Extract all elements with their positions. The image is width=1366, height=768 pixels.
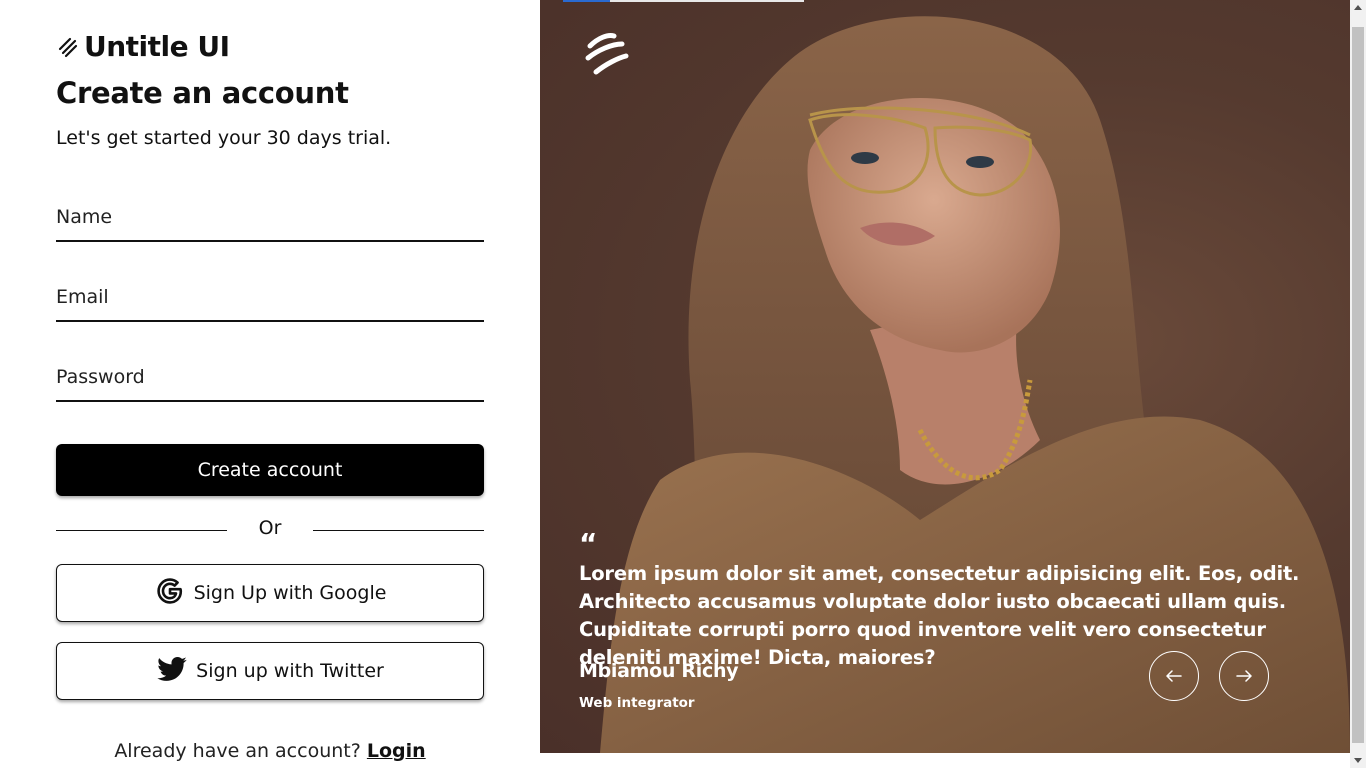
divider-line-right	[313, 530, 484, 531]
login-link[interactable]: Login	[367, 740, 426, 762]
name-input[interactable]	[56, 194, 484, 240]
hero-panel: “ Lorem ipsum dolor sit amet, consectetu…	[540, 0, 1350, 753]
create-account-button[interactable]: Create account	[56, 444, 484, 496]
previous-slide-button[interactable]	[1149, 651, 1199, 701]
page-scrollbar[interactable]	[1350, 0, 1366, 768]
arrow-left-icon	[1166, 670, 1182, 682]
divider-label: Or	[258, 517, 282, 539]
testimonial-author: Mbiamou Richy	[579, 660, 739, 682]
slide-progress-bar	[563, 0, 804, 2]
brand: Untitle UI	[56, 30, 230, 63]
quote-mark-icon: “	[579, 527, 598, 560]
twitter-icon	[156, 653, 188, 690]
arrow-right-icon	[1236, 670, 1252, 682]
google-button-label: Sign Up with Google	[193, 582, 387, 604]
login-prompt: Already have an account?	[114, 740, 361, 762]
google-signup-button[interactable]: Sign Up with Google	[56, 564, 484, 622]
brand-name: Untitle UI	[84, 30, 230, 63]
slide-progress-fill	[563, 0, 610, 2]
email-field	[56, 274, 484, 322]
scroll-down-arrow-icon[interactable]	[1354, 758, 1362, 763]
double-slash-logo-icon	[56, 35, 80, 59]
password-field	[56, 354, 484, 402]
twitter-signup-button[interactable]: Sign up with Twitter	[56, 642, 484, 700]
brand-mark-icon	[585, 33, 629, 75]
name-field	[56, 194, 484, 242]
google-icon	[154, 575, 186, 612]
page-subtitle: Let's get started your 30 days trial.	[56, 127, 392, 149]
testimonial: “ Lorem ipsum dolor sit amet, consectetu…	[579, 530, 1339, 672]
password-input[interactable]	[56, 354, 484, 400]
scrollbar-thumb[interactable]	[1352, 27, 1364, 743]
testimonial-role: Web integrator	[579, 695, 695, 711]
email-input[interactable]	[56, 274, 484, 320]
scroll-up-arrow-icon[interactable]	[1354, 5, 1362, 10]
signup-panel: Untitle UI Create an account Let's get s…	[56, 0, 484, 768]
next-slide-button[interactable]	[1219, 651, 1269, 701]
page-title: Create an account	[56, 76, 349, 110]
testimonial-quote: Lorem ipsum dolor sit amet, consectetur …	[579, 562, 1300, 669]
or-divider: Or	[56, 517, 484, 543]
twitter-button-label: Sign up with Twitter	[196, 660, 384, 682]
login-row: Already have an account? Login	[56, 740, 484, 762]
